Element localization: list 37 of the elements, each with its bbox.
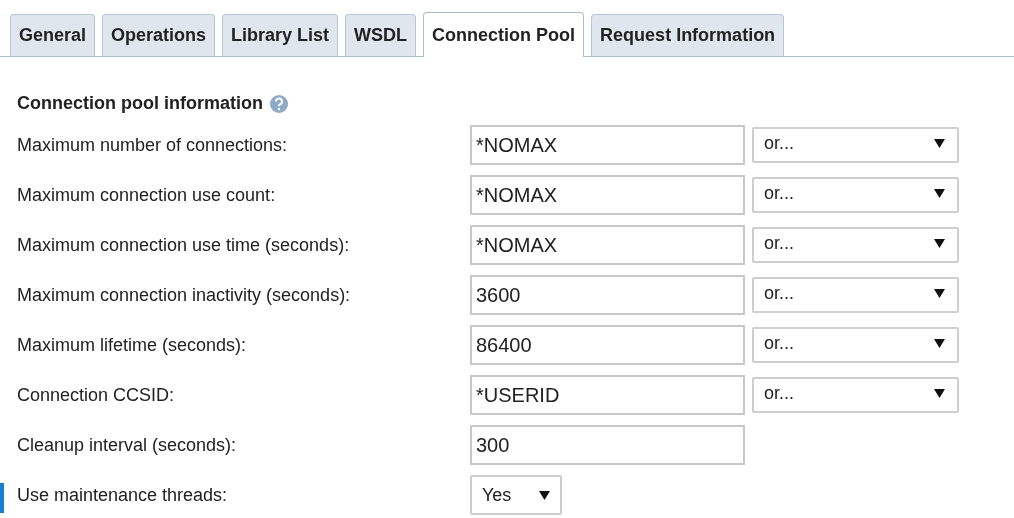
caret-icon — [539, 489, 550, 501]
caret-icon — [934, 187, 945, 199]
field-label: Cleanup interval (seconds): — [16, 434, 238, 456]
tab[interactable]: Connection Pool — [423, 12, 585, 57]
tab[interactable]: WSDL — [345, 14, 417, 56]
input-field[interactable]: *NOMAX — [470, 125, 745, 165]
tab[interactable]: General — [10, 14, 96, 56]
field-label: Use maintenance threads: — [16, 484, 229, 506]
help-icon[interactable] — [269, 93, 289, 114]
input-field[interactable]: 300 — [470, 425, 745, 465]
caret-icon — [934, 237, 945, 249]
dropdown[interactable]: or... — [752, 227, 959, 263]
input-field[interactable]: 3600 — [470, 275, 745, 315]
dropdown[interactable]: Yes — [470, 475, 562, 515]
input-field[interactable]: *NOMAX — [470, 175, 745, 215]
caret-icon — [934, 287, 945, 299]
dropdown[interactable]: or... — [752, 327, 959, 363]
dropdown[interactable]: or... — [752, 377, 959, 413]
dropdown[interactable]: or... — [752, 177, 959, 213]
tab[interactable]: Operations — [102, 14, 216, 56]
field-label: Maximum number of connections: — [16, 134, 289, 156]
caret-icon — [934, 387, 945, 399]
caret-icon — [934, 137, 945, 149]
field-label: Maximum connection use time (seconds): — [16, 234, 351, 256]
field-label: Maximum lifetime (seconds): — [16, 334, 248, 356]
input-field[interactable]: *NOMAX — [470, 225, 745, 265]
field-label: Maximum connection inactivity (seconds): — [16, 284, 352, 306]
field-label: Maximum connection use count: — [16, 184, 277, 206]
dropdown[interactable]: or... — [752, 277, 959, 313]
input-field[interactable]: 86400 — [470, 325, 745, 365]
dropdown[interactable]: or... — [752, 127, 959, 163]
caret-icon — [934, 337, 945, 349]
field-label: Connection CCSID: — [16, 384, 176, 406]
tab[interactable]: Request Information — [591, 14, 785, 56]
tab[interactable]: Library List — [222, 14, 339, 56]
section-title: Connection pool information — [17, 93, 263, 114]
input-field[interactable]: *USERID — [470, 375, 745, 415]
